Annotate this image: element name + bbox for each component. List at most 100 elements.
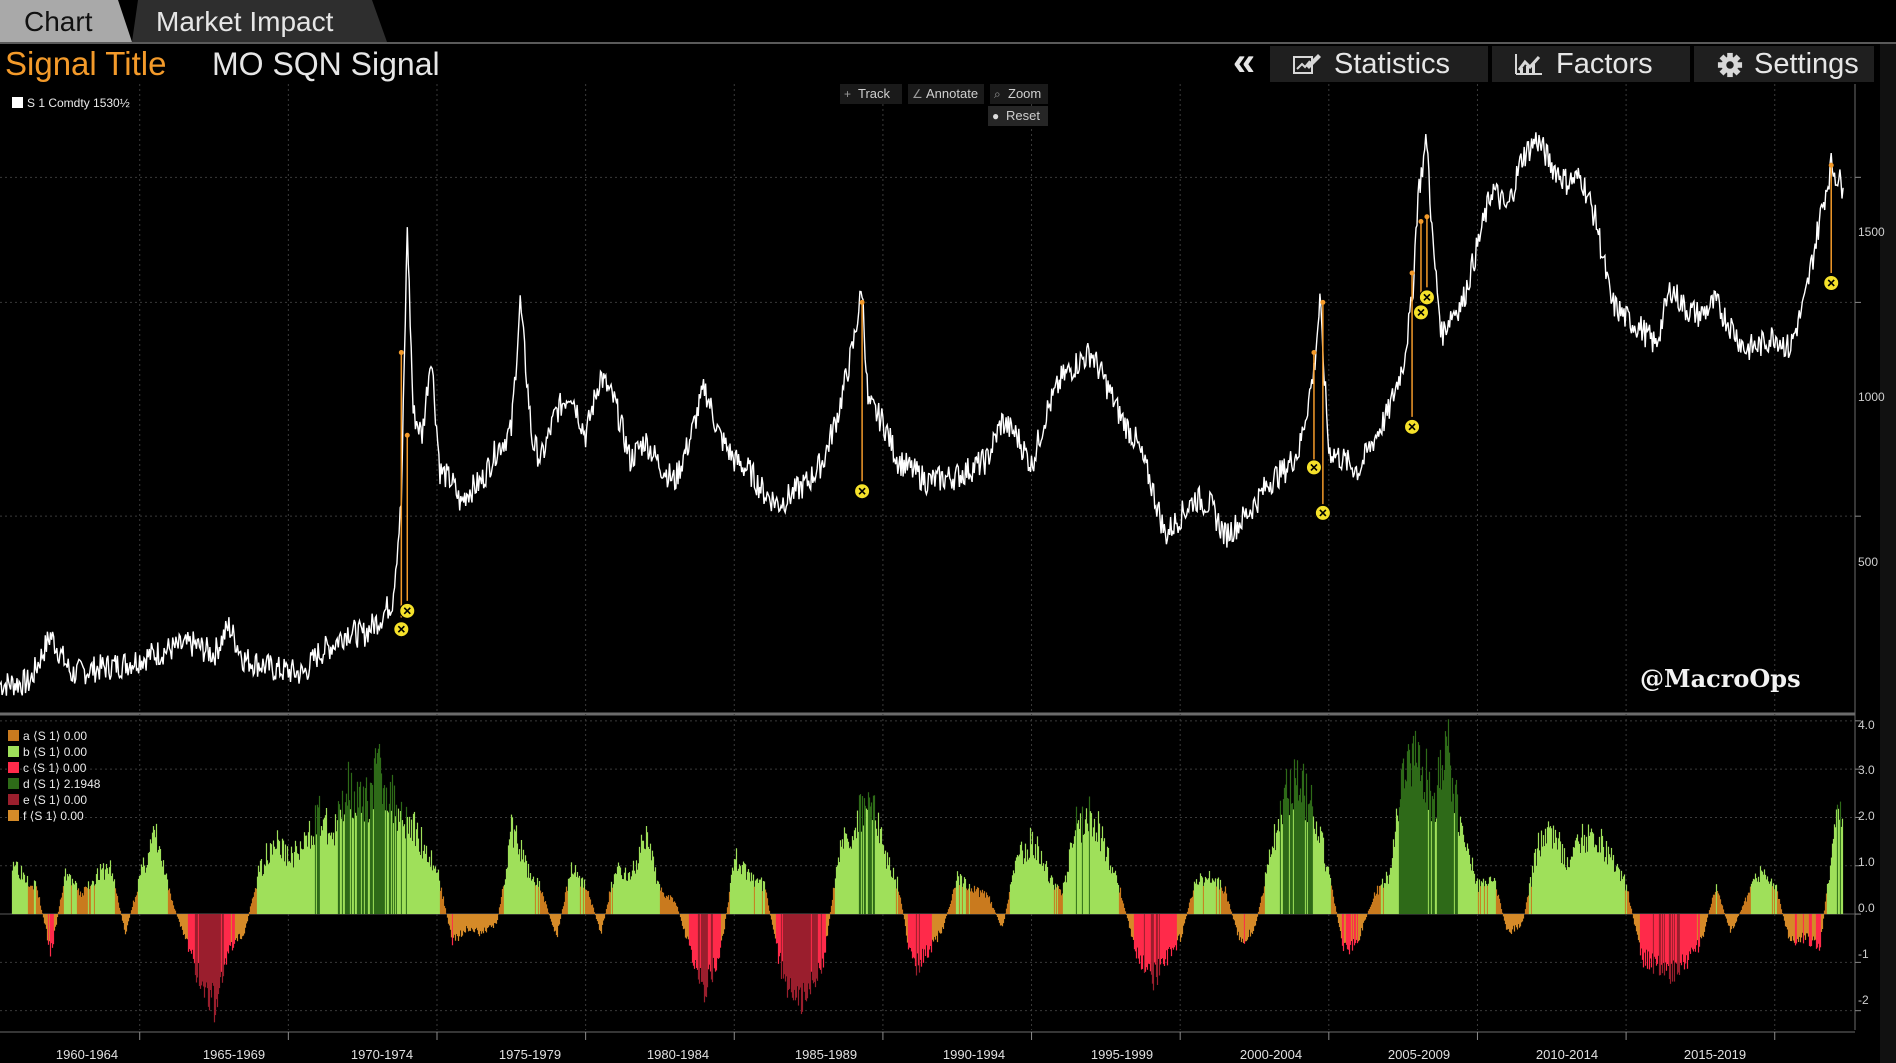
annotate-label: Annotate bbox=[926, 86, 979, 101]
x-tick-label: 1975-1979 bbox=[498, 1047, 562, 1062]
signal-stem-dot bbox=[1418, 218, 1424, 224]
legend-swatch bbox=[8, 810, 19, 821]
magnifier-icon: ⌕ bbox=[994, 87, 1001, 101]
signal-bar bbox=[119, 910, 122, 915]
signal-bar bbox=[1230, 911, 1233, 915]
signal-bar bbox=[1841, 818, 1844, 915]
x-tick-label: 1960-1964 bbox=[55, 1047, 119, 1062]
legend-swatch bbox=[8, 746, 19, 757]
y-tick-label: 0.0 bbox=[1858, 901, 1875, 915]
signal-bar bbox=[593, 912, 596, 915]
legend-swatch bbox=[12, 97, 23, 108]
legend-label-a: a ⟨S 1⟩ 0.00 bbox=[23, 729, 88, 743]
crosshair-icon: + bbox=[844, 87, 852, 101]
signal-stem-dot bbox=[1409, 270, 1415, 276]
y-tick-label: 500 bbox=[1858, 555, 1879, 569]
x-tick-label: 1980-1984 bbox=[646, 1047, 710, 1062]
legend-item-d: d ⟨S 1⟩ 2.1948 bbox=[8, 776, 100, 792]
signal-bar bbox=[247, 914, 250, 917]
legend-swatch bbox=[8, 762, 19, 773]
signal-stem-dot bbox=[1424, 214, 1430, 220]
signal-bar bbox=[547, 912, 550, 915]
annotate-tool[interactable]: ∠ Annotate bbox=[908, 84, 984, 104]
signal-bar bbox=[1723, 912, 1726, 915]
signal-bar bbox=[1706, 914, 1709, 918]
signal-bar bbox=[901, 909, 904, 915]
signal-bar bbox=[1256, 914, 1259, 917]
signal-bar bbox=[994, 912, 997, 915]
reset-button[interactable]: ● Reset bbox=[988, 106, 1048, 126]
signal-bar bbox=[559, 914, 562, 919]
signal-bar bbox=[1631, 913, 1634, 915]
legend-label-e: e ⟨S 1⟩ 0.00 bbox=[23, 793, 88, 807]
x-tick-label: 2000-2004 bbox=[1239, 1047, 1303, 1062]
x-tick-label: 1970-1974 bbox=[350, 1047, 414, 1062]
y-tick-label: 3.0 bbox=[1858, 763, 1875, 777]
signal-stem-dot bbox=[1828, 162, 1834, 168]
y-tick-label: 4.0 bbox=[1858, 718, 1875, 732]
y-tick-label: -2 bbox=[1858, 993, 1869, 1007]
signal-bar bbox=[677, 911, 680, 915]
signal-bar bbox=[1822, 914, 1825, 919]
signal-bar bbox=[1124, 911, 1127, 915]
legend-label-b: b ⟨S 1⟩ 0.00 bbox=[23, 745, 88, 759]
signal-bar bbox=[1335, 911, 1338, 915]
signal-stem-dot bbox=[859, 299, 865, 305]
signal-bar bbox=[1501, 912, 1504, 915]
x-tick-label: 1985-1989 bbox=[794, 1047, 858, 1062]
signal-stem-dot bbox=[1320, 299, 1326, 305]
watermark: @MacroOps bbox=[1640, 664, 1801, 693]
legend-item-e: e ⟨S 1⟩ 0.00 bbox=[8, 792, 100, 808]
pencil-icon: ∠ bbox=[912, 87, 923, 101]
signal-bar bbox=[1522, 914, 1525, 919]
signal-bar bbox=[1781, 913, 1784, 915]
signal-bar bbox=[128, 914, 131, 918]
legend-label-c: c ⟨S 1⟩ 0.00 bbox=[23, 761, 87, 775]
signal-bar bbox=[603, 914, 606, 919]
y-tick-label: 1.0 bbox=[1858, 855, 1875, 869]
legend-label-f: f ⟨S 1⟩ 0.00 bbox=[23, 809, 84, 823]
legend-swatch bbox=[8, 794, 19, 805]
legend-swatch bbox=[8, 730, 19, 741]
x-tick-label: 1995-1999 bbox=[1090, 1047, 1154, 1062]
zoom-label: Zoom bbox=[1008, 86, 1042, 101]
zoom-tool[interactable]: ⌕ Zoom bbox=[990, 84, 1048, 104]
x-tick-label: 2015-2019 bbox=[1683, 1047, 1747, 1062]
signal-bar bbox=[1185, 914, 1188, 917]
track-tool[interactable]: + Track bbox=[840, 84, 902, 104]
signal-bar bbox=[828, 914, 831, 919]
x-tick-label: 1965-1969 bbox=[202, 1047, 266, 1062]
signal-bar bbox=[1003, 914, 1006, 920]
x-tick-label: 2005-2009 bbox=[1387, 1047, 1451, 1062]
circle-icon: ● bbox=[992, 109, 1000, 123]
reset-label: Reset bbox=[1006, 108, 1040, 123]
y-tick-label: 1000 bbox=[1858, 390, 1885, 404]
price-legend-label: S 1 Comdty 1530½ bbox=[27, 96, 130, 110]
y-tick-label: -1 bbox=[1858, 947, 1869, 961]
legend-swatch bbox=[8, 778, 19, 789]
legend-item-a: a ⟨S 1⟩ 0.00 bbox=[8, 728, 100, 744]
signal-bar bbox=[56, 914, 59, 918]
right-scrollbar[interactable] bbox=[1880, 44, 1896, 1063]
track-label: Track bbox=[858, 86, 891, 101]
chart-canvas[interactable] bbox=[0, 0, 1880, 1063]
legend-label-d: d ⟨S 1⟩ 2.1948 bbox=[23, 777, 101, 791]
signal-bar bbox=[174, 910, 177, 915]
signal-stem-dot bbox=[398, 350, 404, 356]
signal-bar bbox=[768, 910, 771, 915]
signal-legend: a ⟨S 1⟩ 0.00 b ⟨S 1⟩ 0.00 c ⟨S 1⟩ 0.00 d… bbox=[8, 728, 100, 824]
signal-bar bbox=[1737, 914, 1740, 916]
signal-bar bbox=[724, 914, 727, 919]
y-tick-label: 1500 bbox=[1858, 225, 1885, 239]
signal-stem-dot bbox=[1311, 350, 1317, 356]
x-tick-label: 1990-1994 bbox=[942, 1047, 1006, 1062]
signal-bar bbox=[496, 914, 499, 921]
y-tick-label: 2.0 bbox=[1858, 809, 1875, 823]
signal-stem-dot bbox=[404, 432, 410, 438]
signal-bar bbox=[945, 914, 948, 916]
signal-bar bbox=[1630, 908, 1633, 915]
price-legend: S 1 Comdty 1530½ bbox=[8, 94, 134, 112]
legend-item-b: b ⟨S 1⟩ 0.00 bbox=[8, 744, 100, 760]
signal-bar bbox=[1365, 914, 1368, 918]
legend-item-c: c ⟨S 1⟩ 0.00 bbox=[8, 760, 100, 776]
